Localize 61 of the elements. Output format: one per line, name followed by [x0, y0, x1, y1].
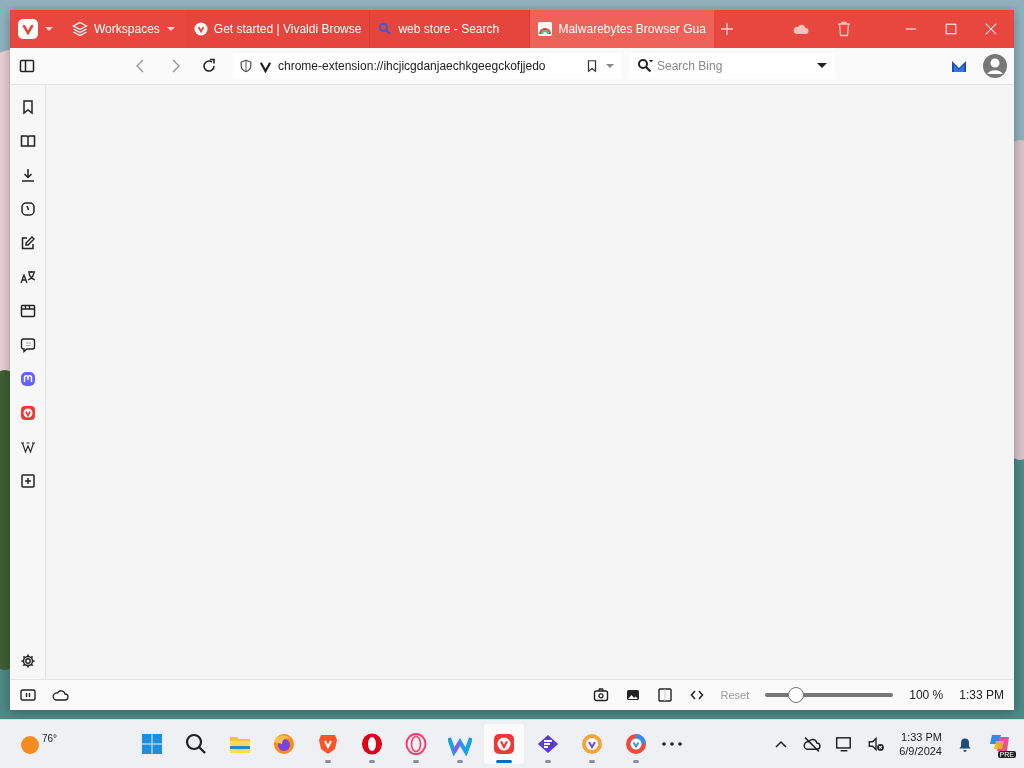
opera-icon	[360, 732, 384, 756]
weather-widget[interactable]: 76°	[20, 733, 132, 755]
slider-thumb[interactable]	[787, 687, 804, 703]
bookmark-icon[interactable]	[585, 59, 599, 73]
wikipedia-icon[interactable]	[19, 439, 36, 455]
status-clock: 1:33 PM	[959, 688, 1004, 702]
profile-icon[interactable]	[982, 53, 1008, 79]
bell-icon[interactable]	[956, 735, 974, 753]
browser-icon	[624, 732, 648, 756]
sun-icon	[20, 733, 40, 755]
caret-icon[interactable]	[817, 61, 827, 71]
panel-toggle-icon[interactable]	[19, 58, 35, 74]
vivaldi-icon	[492, 732, 516, 756]
firefox-icon	[272, 732, 296, 756]
browser-icon	[580, 732, 604, 756]
monitor-icon[interactable]	[835, 735, 854, 753]
rainbow-favicon-icon	[538, 22, 553, 36]
book-icon[interactable]	[19, 133, 36, 149]
notes-icon[interactable]	[19, 235, 36, 251]
search-icon[interactable]	[637, 58, 653, 74]
search-field[interactable]: Search Bing	[657, 59, 813, 73]
vivaldi-v-icon	[259, 59, 272, 73]
trash-icon[interactable]	[836, 21, 852, 37]
reload-icon[interactable]	[201, 58, 217, 74]
image-icon[interactable]	[624, 687, 641, 703]
zoom-level-text: 100 %	[909, 688, 944, 702]
address-field[interactable]: chrome-extension://ihcjicgdanjaechkgeegckofjjedo	[233, 53, 621, 79]
taskbar-time[interactable]: 1:33 PM	[901, 731, 942, 743]
clock-icon[interactable]	[19, 201, 36, 217]
cloud-icon[interactable]	[52, 687, 69, 703]
search-bar[interactable]: Search Bing	[629, 53, 835, 79]
vivaldi-favicon-icon	[193, 22, 208, 36]
brave-icon	[316, 732, 340, 756]
camera-icon[interactable]	[592, 687, 609, 703]
floorp-icon	[536, 732, 560, 756]
add-panel-icon[interactable]	[19, 473, 36, 489]
speaker-muted-icon[interactable]	[867, 735, 886, 753]
maximize-icon[interactable]	[944, 22, 958, 36]
opera-gx-icon	[404, 732, 428, 756]
caret-icon	[165, 24, 176, 34]
cloud-off-icon[interactable]	[803, 735, 822, 753]
layers-icon	[72, 21, 88, 37]
vivaldi-logo-icon	[18, 19, 38, 39]
close-icon[interactable]	[984, 22, 998, 36]
chat-icon[interactable]	[19, 337, 36, 353]
search-icon	[184, 732, 208, 756]
settings-icon[interactable]	[19, 653, 36, 669]
download-icon[interactable]	[19, 167, 36, 183]
shield-icon[interactable]	[239, 59, 253, 73]
mastodon-icon[interactable]	[19, 371, 36, 387]
workspaces-button[interactable]: Workspaces	[62, 10, 186, 48]
start-icon	[140, 732, 164, 756]
search-icon	[378, 22, 393, 36]
window-icon[interactable]	[19, 303, 36, 319]
tile-icon[interactable]	[656, 687, 673, 703]
taskbar-date[interactable]: 6/9/2024	[899, 745, 942, 757]
vivaldi-icon[interactable]	[19, 405, 36, 421]
caret-icon	[44, 24, 54, 34]
translate-icon[interactable]	[19, 269, 36, 285]
zoom-slider[interactable]	[765, 687, 894, 703]
panel-toggle-icon[interactable]	[20, 687, 36, 703]
